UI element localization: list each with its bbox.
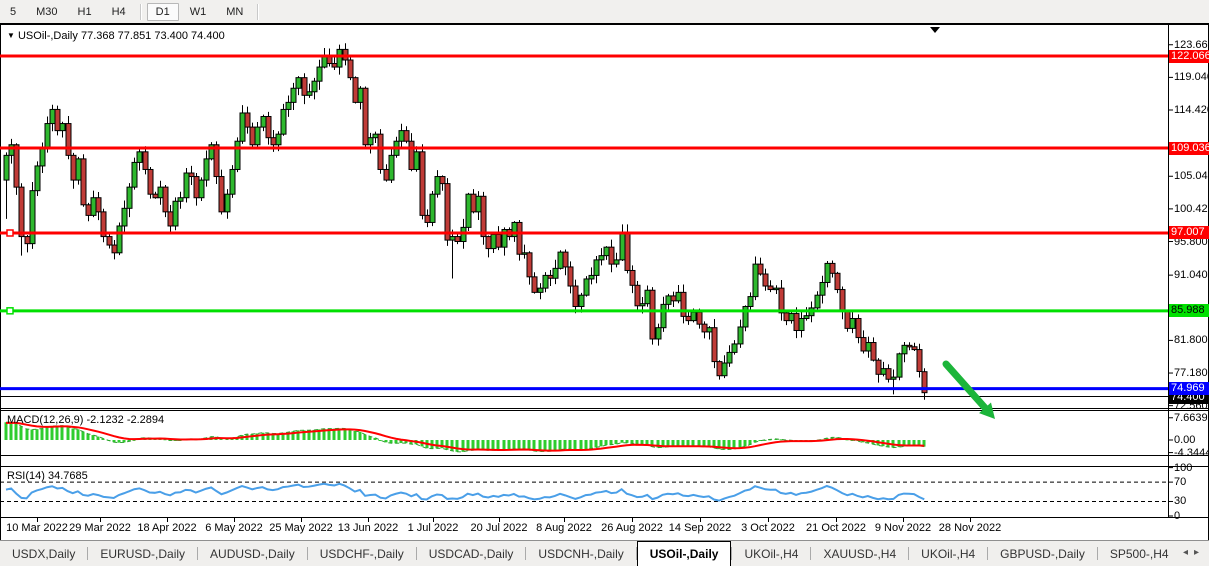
chart-shift-marker-icon[interactable] <box>930 27 940 33</box>
price-tick-label: 81.800 <box>1174 334 1208 346</box>
tab-audusd-daily[interactable]: AUDUSD-,Daily <box>198 541 307 566</box>
tab-usdcnh-daily[interactable]: USDCNH-,Daily <box>526 541 635 566</box>
rsi-indicator-label: RSI(14) 34.7685 <box>7 470 88 482</box>
macd-scale-label: -4.3444 <box>1174 447 1209 459</box>
price-tick-label: 119.040 <box>1174 71 1209 83</box>
macd-name: MACD(12,26,9) <box>7 414 83 426</box>
tab-xauusd-h4[interactable]: XAUUSD-,H4 <box>811 541 908 566</box>
date-label: 20 Jul 2022 <box>471 522 528 534</box>
scroll-right-icon[interactable]: ▸ <box>1194 547 1205 558</box>
tab-usdcad-daily[interactable]: USDCAD-,Daily <box>417 541 526 566</box>
macd-indicator-label: MACD(12,26,9) -2.1232 -2.2894 <box>7 414 164 426</box>
tab-eurusd-daily[interactable]: EURUSD-,Daily <box>88 541 197 566</box>
candles <box>4 43 927 399</box>
macd-scale-label: 7.6639 <box>1174 412 1208 424</box>
date-label: 3 Oct 2022 <box>741 522 795 534</box>
date-label: 6 May 2022 <box>205 522 262 534</box>
price-tick-label: 105.040 <box>1174 170 1209 182</box>
price-tag-line: 74.969 <box>1169 382 1209 395</box>
tab-scroll-arrows[interactable]: ◂▸ <box>1183 547 1205 558</box>
tab-usdx-daily[interactable]: USDX,Daily <box>0 541 87 566</box>
macd-panel <box>5 422 926 452</box>
chevron-down-icon[interactable]: ▼ <box>7 31 15 40</box>
symbol-tab-bar: USDX,DailyEURUSD-,DailyAUDUSD-,DailyUSDC… <box>0 540 1209 566</box>
chart-canvas[interactable] <box>0 0 1209 540</box>
tab-ukoil-h4[interactable]: UKOil-,H4 <box>909 541 987 566</box>
date-label: 10 Mar 2022 <box>6 522 68 534</box>
scroll-left-icon[interactable]: ◂ <box>1183 547 1194 558</box>
tab-usdchf-daily[interactable]: USDCHF-,Daily <box>308 541 416 566</box>
price-tick-label: 91.040 <box>1174 269 1208 281</box>
rsi-scale-label: 0 <box>1174 510 1180 522</box>
date-label: 28 Nov 2022 <box>939 522 1001 534</box>
tab-sp500-h4[interactable]: SP500-,H4 <box>1098 541 1181 566</box>
date-label: 26 Aug 2022 <box>601 522 663 534</box>
price-tick-label: 114.420 <box>1174 104 1209 116</box>
price-tag-line: 85.988 <box>1169 304 1209 317</box>
date-label: 25 May 2022 <box>269 522 333 534</box>
chart-title: ▼ USOil-,Daily 77.368 77.851 73.400 74.4… <box>7 30 225 42</box>
macd-values: -2.1232 -2.2894 <box>86 414 164 426</box>
price-tag-line: 109.036 <box>1169 142 1209 155</box>
date-label: 9 Nov 2022 <box>875 522 931 534</box>
price-tag-line: 122.066 <box>1169 50 1209 63</box>
price-tick-label: 77.180 <box>1174 367 1208 379</box>
date-label: 8 Aug 2022 <box>536 522 592 534</box>
date-label: 29 Mar 2022 <box>69 522 131 534</box>
date-label: 13 Jun 2022 <box>338 522 399 534</box>
rsi-name: RSI(14) <box>7 470 45 482</box>
down-arrow-annotation[interactable] <box>946 364 985 408</box>
price-tick-label: 100.420 <box>1174 203 1209 215</box>
rsi-scale-label: 30 <box>1174 495 1186 507</box>
rsi-value: 34.7685 <box>48 470 88 482</box>
chart-ohlc: 77.368 77.851 73.400 74.400 <box>81 30 225 42</box>
rsi-panel <box>6 484 924 501</box>
chart-symbol: USOil-,Daily <box>18 30 78 42</box>
rsi-scale-label: 70 <box>1174 476 1186 488</box>
date-label: 1 Jul 2022 <box>408 522 459 534</box>
date-label: 14 Sep 2022 <box>669 522 731 534</box>
tab-gbpusd-daily[interactable]: GBPUSD-,Daily <box>988 541 1097 566</box>
price-tag-line: 97.007 <box>1169 226 1209 239</box>
tab-ukoil-h4[interactable]: UKOil-,H4 <box>732 541 810 566</box>
macd-scale-label: 0.00 <box>1174 434 1195 446</box>
date-label: 21 Oct 2022 <box>806 522 866 534</box>
tab-usoil-daily[interactable]: USOil-,Daily <box>637 541 732 566</box>
rsi-scale-label: 100 <box>1174 462 1192 474</box>
date-label: 18 Apr 2022 <box>137 522 196 534</box>
